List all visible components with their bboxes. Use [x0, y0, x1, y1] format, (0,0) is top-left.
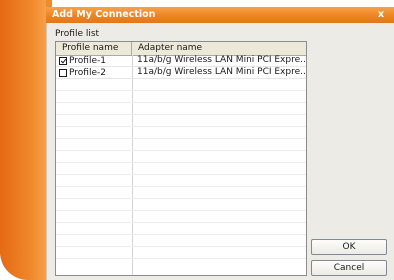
empty-row	[56, 235, 306, 247]
empty-row	[56, 247, 306, 259]
profile-name: Profile-2	[69, 67, 106, 78]
empty-row	[56, 127, 306, 139]
profile-2-checkbox[interactable]	[59, 68, 67, 77]
column-header-adapter-name[interactable]: Adapter name	[132, 42, 306, 55]
empty-row	[56, 175, 306, 187]
empty-row	[56, 139, 306, 151]
empty-row	[56, 91, 306, 103]
empty-row	[56, 187, 306, 199]
window-title: Add My Connection	[52, 9, 156, 20]
orange-background-band	[0, 0, 46, 280]
column-header-profile-name[interactable]: Profile name	[56, 42, 132, 55]
cancel-button[interactable]: Cancel	[311, 260, 387, 276]
empty-row	[56, 115, 306, 127]
profile-list[interactable]: Profile name Adapter name Profile-1 11a/…	[55, 41, 307, 276]
table-row[interactable]: Profile-1 11a/b/g Wireless LAN Mini PCI …	[56, 55, 306, 67]
empty-row	[56, 103, 306, 115]
window-titlebar[interactable]: Add My Connection x	[46, 7, 394, 23]
empty-row	[56, 199, 306, 211]
empty-row	[56, 163, 306, 175]
profile-name: Profile-1	[69, 55, 106, 66]
close-button[interactable]: x	[376, 9, 386, 20]
empty-row	[56, 151, 306, 163]
profile-list-label: Profile list	[55, 29, 100, 39]
profile-cell: Profile-1	[56, 55, 132, 66]
profile-1-checkbox[interactable]	[59, 56, 67, 65]
adapter-name: 11a/b/g Wireless LAN Mini PCI Expre..	[137, 55, 306, 65]
empty-row	[56, 223, 306, 235]
empty-row	[56, 211, 306, 223]
adapter-name: 11a/b/g Wireless LAN Mini PCI Expre..	[137, 67, 306, 77]
ok-button[interactable]: OK	[311, 239, 387, 255]
empty-row	[56, 79, 306, 91]
list-rows: Profile-1 11a/b/g Wireless LAN Mini PCI …	[56, 55, 306, 259]
list-header: Profile name Adapter name	[56, 42, 306, 56]
dialog-body: Profile list Profile name Adapter name P…	[46, 23, 394, 280]
table-row[interactable]: Profile-2 11a/b/g Wireless LAN Mini PCI …	[56, 67, 306, 79]
profile-cell: Profile-2	[56, 67, 132, 78]
